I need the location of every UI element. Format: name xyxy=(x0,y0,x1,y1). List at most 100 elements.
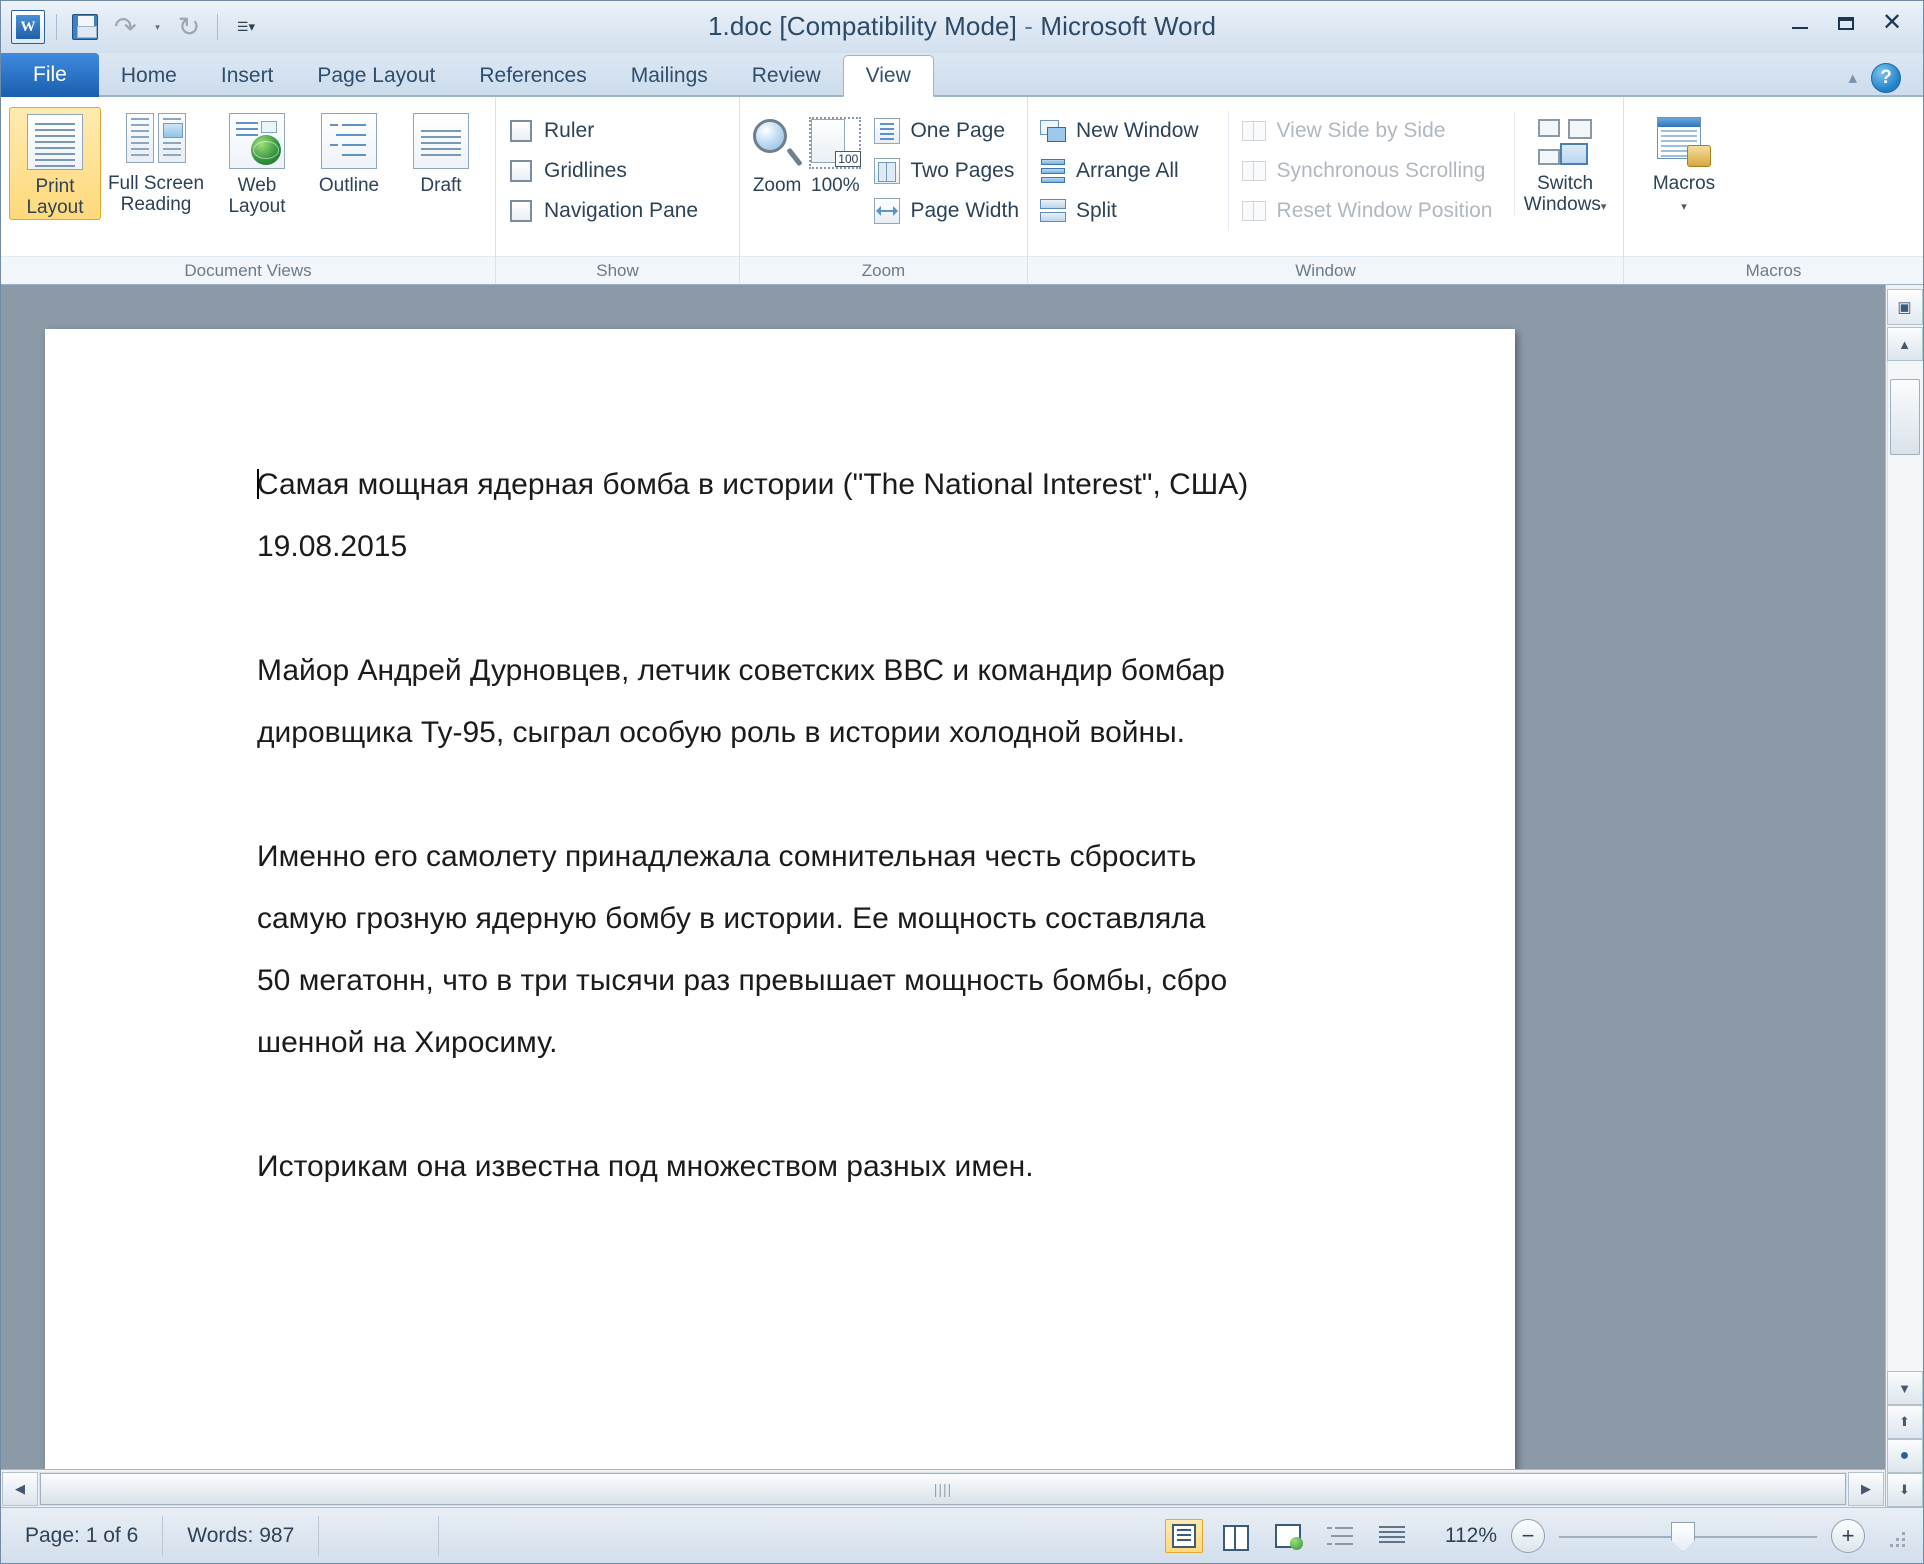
one-page-label: One Page xyxy=(910,119,1006,142)
zoom-level[interactable]: 112% xyxy=(1425,1524,1497,1548)
next-page-button[interactable]: ⬇ xyxy=(1886,1473,1923,1507)
zoom-100-button[interactable]: 100 100% xyxy=(806,111,864,196)
macros-label: Macros xyxy=(1652,173,1716,194)
page-width-button[interactable]: Page Width xyxy=(870,191,1019,231)
help-icon[interactable]: ? xyxy=(1871,63,1901,93)
zoom-out-button[interactable]: − xyxy=(1511,1518,1545,1553)
tab-home[interactable]: Home xyxy=(99,55,199,97)
group-label-macros: Macros xyxy=(1624,256,1923,284)
horizontal-scroll-thumb[interactable]: |||| xyxy=(40,1472,1846,1505)
document-body[interactable]: Самая мощная ядерная бомба в истории ("T… xyxy=(45,329,1515,1213)
scroll-down-button[interactable]: ▼ xyxy=(1886,1371,1923,1405)
draft-button[interactable]: Draft xyxy=(395,107,487,196)
redo-button[interactable]: ↻ xyxy=(172,10,206,44)
document-page[interactable]: Самая мощная ядерная бомба в истории ("T… xyxy=(45,329,1515,1507)
minimize-button[interactable] xyxy=(1781,9,1819,37)
full-screen-reading-button[interactable]: Full Screen Reading xyxy=(101,107,211,216)
draft-view-icon xyxy=(1379,1525,1405,1547)
zoom-button[interactable]: Zoom xyxy=(748,111,806,196)
view-side-by-side-button[interactable]: View Side by Side xyxy=(1237,111,1513,151)
new-window-button[interactable]: New Window xyxy=(1036,111,1228,151)
right-arrow-icon: ▶ xyxy=(1861,1480,1871,1496)
horizontal-scrollbar[interactable]: ◀ |||| ▶ xyxy=(1,1469,1885,1507)
web-layout-icon xyxy=(229,113,285,169)
paragraph-text: дировщика Ту-95, сыграл особую роль в ис… xyxy=(257,716,1186,749)
page-indicator[interactable]: Page: 1 of 6 xyxy=(1,1515,164,1556)
checkbox-ruler[interactable]: Ruler xyxy=(504,111,594,151)
outline-button[interactable]: Outline xyxy=(303,107,395,196)
new-window-icon xyxy=(1040,118,1066,144)
switch-windows-label-2: Windows xyxy=(1523,194,1601,216)
window-resize-grip[interactable] xyxy=(1883,1525,1905,1547)
gridlines-checkbox[interactable] xyxy=(510,160,532,182)
tab-right-icons: ▴ ? xyxy=(1848,63,1923,97)
gridlines-label: Gridlines xyxy=(544,159,627,182)
tab-mailings[interactable]: Mailings xyxy=(609,55,730,97)
undo-dropdown[interactable]: ▾ xyxy=(148,10,166,44)
tab-review[interactable]: Review xyxy=(730,55,843,97)
chevron-down-icon: ▾ xyxy=(1600,201,1607,214)
two-pages-button[interactable]: Two Pages xyxy=(870,151,1019,191)
print-layout-button[interactable]: Print Layout xyxy=(9,107,101,220)
scroll-up-button[interactable]: ▲ xyxy=(1886,327,1923,361)
word-count[interactable]: Words: 987 xyxy=(163,1515,320,1556)
tab-insert[interactable]: Insert xyxy=(199,55,296,97)
reset-window-position-button[interactable]: Reset Window Position xyxy=(1237,191,1513,231)
scroll-left-button[interactable]: ◀ xyxy=(2,1471,38,1506)
print-layout-view-icon xyxy=(1172,1523,1196,1548)
document-paragraph: самую грозную ядерную бомбу в истории. Е… xyxy=(257,903,1515,965)
group-label-document-views: Document Views xyxy=(1,256,495,284)
app-name: Microsoft Word xyxy=(1040,11,1217,41)
tab-page-layout[interactable]: Page Layout xyxy=(295,55,457,97)
zoom-in-button[interactable]: + xyxy=(1831,1518,1865,1553)
ruler-checkbox[interactable] xyxy=(510,120,532,142)
save-button[interactable] xyxy=(68,10,102,44)
zoom-slider-thumb[interactable] xyxy=(1671,1521,1695,1552)
browse-object-icon: ● xyxy=(1899,1447,1910,1464)
document-paragraph: 50 мегатонн, что в три тысячи раз превыш… xyxy=(257,965,1515,1027)
navigation-pane-label: Navigation Pane xyxy=(544,199,699,222)
minus-icon: − xyxy=(1521,1522,1535,1548)
web-layout-button[interactable]: Web Layout xyxy=(211,107,303,218)
document-paragraph: Именно его самолету принадлежала сомните… xyxy=(257,841,1515,903)
maximize-button[interactable] xyxy=(1827,9,1865,37)
tab-view[interactable]: View xyxy=(842,55,934,97)
status-view-outline[interactable] xyxy=(1321,1519,1359,1553)
minimize-ribbon-icon[interactable]: ▴ xyxy=(1848,68,1857,88)
proofing-status[interactable] xyxy=(319,1515,440,1556)
switch-windows-button[interactable]: Switch Windows▾ xyxy=(1514,111,1615,216)
arrange-all-button[interactable]: Arrange All xyxy=(1036,151,1228,191)
select-object-button[interactable]: ▣ xyxy=(1886,289,1923,325)
zoom-slider[interactable] xyxy=(1559,1519,1817,1553)
chevron-down-icon: ▾ xyxy=(1681,201,1687,214)
navigation-pane-checkbox[interactable] xyxy=(510,200,532,222)
checkbox-navigation-pane[interactable]: Navigation Pane xyxy=(504,191,698,231)
select-browse-object-button[interactable]: ● xyxy=(1886,1439,1923,1473)
down-arrow-icon: ▼ xyxy=(1898,1380,1911,1396)
previous-page-button[interactable]: ⬆ xyxy=(1886,1405,1923,1439)
horizontal-scroll-track[interactable]: |||| xyxy=(39,1471,1847,1506)
status-view-print-layout[interactable] xyxy=(1165,1518,1203,1553)
close-button[interactable]: ✕ xyxy=(1873,9,1911,37)
plus-icon: + xyxy=(1841,1522,1855,1548)
tab-references[interactable]: References xyxy=(457,55,608,97)
full-screen-reading-icon xyxy=(126,113,186,167)
split-button[interactable]: Split xyxy=(1036,191,1228,231)
vertical-scroll-track[interactable] xyxy=(1886,361,1923,1371)
scroll-right-button[interactable]: ▶ xyxy=(1848,1471,1884,1506)
zoom-100-icon: 100 xyxy=(809,117,862,169)
vertical-scrollbar[interactable]: ▣ ▲ ▼ ⬆ ● ⬇ xyxy=(1885,285,1923,1507)
word-logo-icon[interactable]: W xyxy=(11,10,45,44)
undo-button[interactable]: ↶ xyxy=(108,10,142,44)
tab-file[interactable]: File xyxy=(1,53,99,97)
status-view-web-layout[interactable] xyxy=(1269,1519,1307,1553)
customize-qat-button[interactable]: ☰▾ xyxy=(229,10,263,44)
synchronous-scrolling-button[interactable]: Synchronous Scrolling xyxy=(1237,151,1513,191)
status-view-full-screen-reading[interactable] xyxy=(1217,1519,1255,1553)
macros-button[interactable]: Macros ▾ xyxy=(1632,111,1736,216)
status-view-draft[interactable] xyxy=(1373,1519,1411,1553)
document-canvas[interactable]: Самая мощная ядерная бомба в истории ("T… xyxy=(1,285,1885,1507)
one-page-button[interactable]: One Page xyxy=(870,111,1019,151)
vertical-scroll-thumb[interactable] xyxy=(1889,379,1920,455)
checkbox-gridlines[interactable]: Gridlines xyxy=(504,151,627,191)
